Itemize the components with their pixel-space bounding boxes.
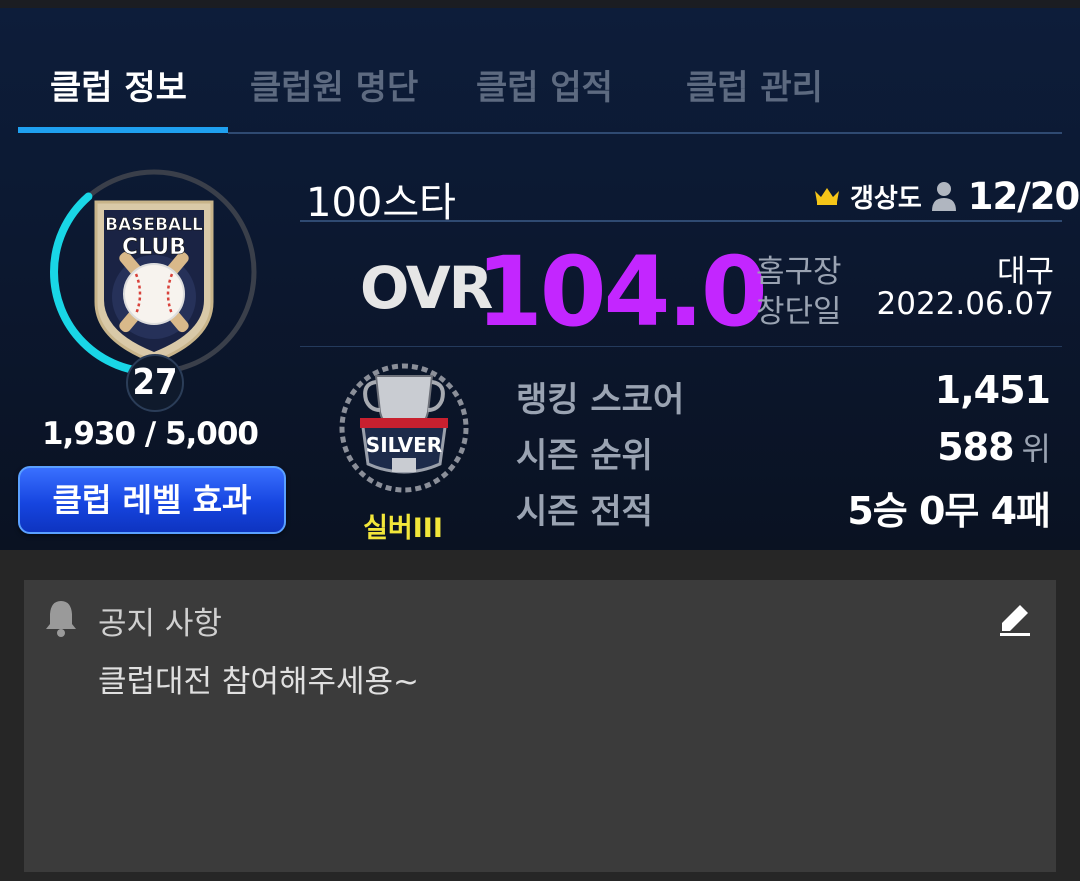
tab-club-info[interactable]: 클럽 정보 [50,60,187,109]
tab-club-management[interactable]: 클럽 관리 [686,60,823,109]
notice-body: 클럽대전 참여해주세용~ [98,664,420,700]
club-region: 갱상도 [850,183,922,214]
tab-club-achievements[interactable]: 클럽 업적 [476,60,613,109]
season-record-label: 시즌 전적 [516,492,653,532]
club-member-count: 12/20 [967,174,1080,218]
notice-title: 공지 사항 [98,606,222,642]
club-emblem-level-ring: BASEBALL CLUB [44,162,264,382]
club-region-members: 갱상도 12/20 [814,174,1080,218]
tier-name: 실버III [363,513,443,544]
club-level-effect-button[interactable]: 클럽 레벨 효과 [18,466,286,534]
club-info-panel: 클럽 정보 클럽원 명단 클럽 업적 클럽 관리 BASEBALL CLUB 2… [0,8,1080,550]
ovr-value: 104.0 [476,236,768,348]
season-record-value: 5승 0무 4패 [847,489,1051,533]
club-exp-text: 1,930 / 5,000 [41,416,259,452]
bell-icon [46,601,76,637]
season-rank-label: 시즌 순위 [516,436,653,476]
notice-box: 공지 사항 클럽대전 참여해주세용~ [24,580,1056,872]
tier-badge-text: SILVER [366,433,442,457]
season-rank-unit: 위 [1021,430,1051,468]
person-icon [931,182,956,211]
home-stadium-value: 대구 [996,254,1054,290]
emblem-text-club: CLUB [122,235,186,260]
baseball-club-emblem: BASEBALL CLUB [94,200,214,364]
club-level-badge: 27 [126,354,184,412]
ranking-score-value: 1,451 [934,368,1051,412]
ranking-score-label: 랭킹 스코어 [516,380,685,420]
edit-icon[interactable] [998,602,1032,636]
top-status-strip [0,0,1080,8]
season-rank-value-wrap: 588 위 [937,424,1051,470]
ovr-divider [300,346,1062,347]
founded-date-label: 창단일 [756,294,842,330]
tab-bar: 클럽 정보 클럽원 명단 클럽 업적 클럽 관리 [0,8,1080,136]
season-rank-value: 588 [937,425,1014,469]
home-stadium-label: 홈구장 [756,254,842,290]
active-tab-indicator [18,127,228,133]
tab-member-list[interactable]: 클럽원 명단 [250,60,418,109]
founded-date-value: 2022.06.07 [876,286,1055,322]
emblem-text-baseball: BASEBALL [105,215,203,235]
ovr-label: OVR [360,254,493,322]
silver-tier-trophy-icon: SILVER [339,363,469,493]
tab-divider [228,132,1062,134]
crown-icon [815,188,839,205]
name-divider [300,220,1062,222]
